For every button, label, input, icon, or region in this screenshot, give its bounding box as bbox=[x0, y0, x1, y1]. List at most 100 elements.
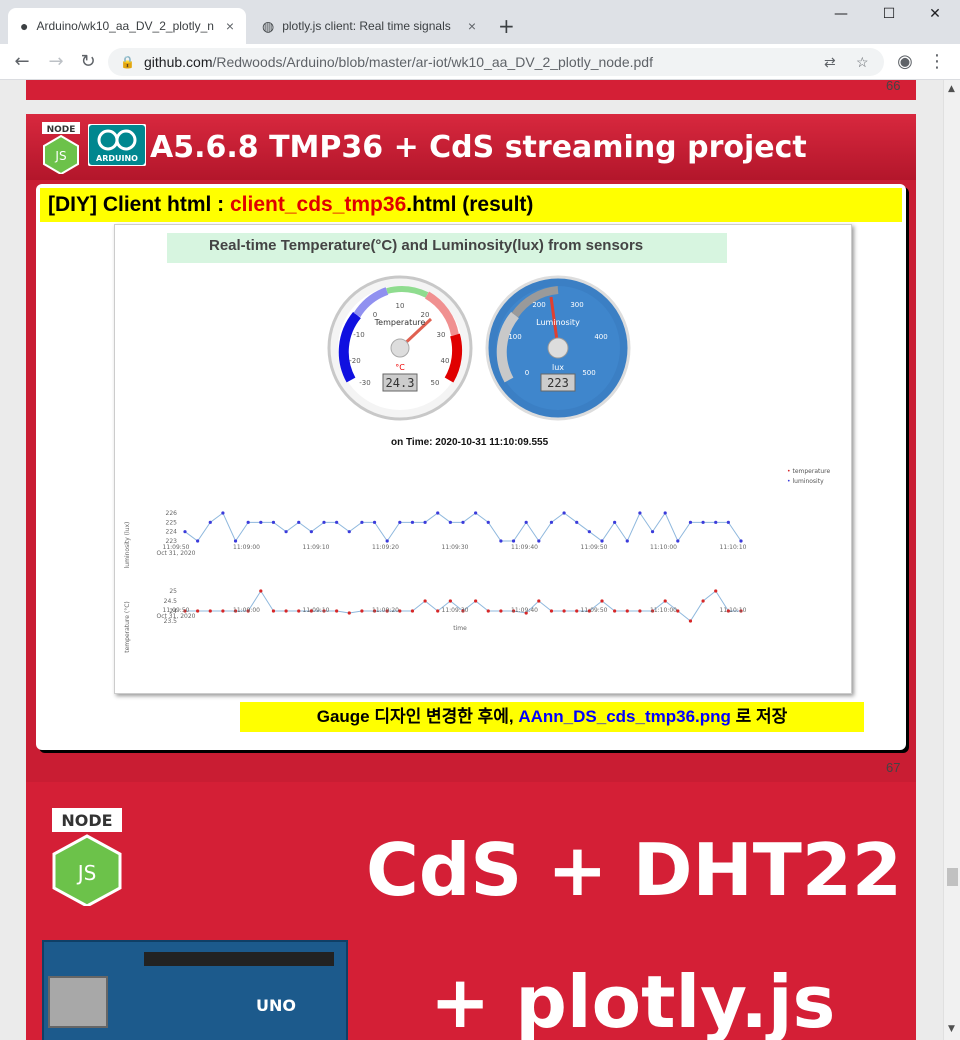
luminosity-point bbox=[676, 539, 680, 543]
temperature-point bbox=[448, 599, 452, 603]
lux-gauge-label: Luminosity bbox=[536, 318, 580, 327]
nodejs-logo: NODE JS bbox=[42, 122, 80, 174]
temp-tick: 50 bbox=[431, 379, 440, 387]
luminosity-ytick: 224 bbox=[166, 529, 178, 536]
luminosity-ytick: 225 bbox=[166, 519, 178, 526]
luminosity-point bbox=[221, 511, 225, 515]
temp-gauge-label: Temperature bbox=[374, 318, 426, 327]
back-icon[interactable]: ← bbox=[10, 50, 34, 74]
luminosity-point bbox=[575, 520, 579, 524]
tab-pdf[interactable]: ● Arduino/wk10_aa_DV_2_plotly_n × bbox=[8, 8, 246, 44]
reload-icon[interactable]: ↻ bbox=[76, 50, 100, 74]
temperature-point bbox=[474, 599, 478, 603]
luminosity-point bbox=[284, 530, 288, 534]
svg-text:JS: JS bbox=[54, 149, 66, 163]
luminosity-point bbox=[183, 530, 187, 534]
profile-icon[interactable]: ◉ bbox=[893, 50, 917, 74]
svg-text:JS: JS bbox=[76, 861, 97, 885]
legend-temperature: temperature bbox=[792, 468, 831, 475]
luminosity-point bbox=[309, 530, 313, 534]
x-tick: 11:09:50 bbox=[581, 544, 608, 551]
luminosity-point bbox=[486, 520, 490, 524]
luminosity-ytick: 226 bbox=[166, 510, 178, 517]
node-logo-text: NODE bbox=[47, 125, 76, 135]
temp-tick: 20 bbox=[421, 311, 430, 319]
luminosity-point bbox=[259, 520, 263, 524]
close-window-icon[interactable]: ✕ bbox=[920, 6, 950, 26]
new-tab-icon[interactable]: + bbox=[498, 14, 515, 38]
lock-icon: 🔒 bbox=[120, 55, 135, 69]
luminosity-point bbox=[297, 520, 301, 524]
page-number-current: 67 bbox=[886, 760, 901, 775]
header-pins bbox=[144, 952, 334, 966]
luminosity-point bbox=[461, 520, 465, 524]
x-tick: 11:10:10 bbox=[720, 607, 747, 614]
menu-kebab-icon[interactable]: ⋮ bbox=[925, 50, 949, 74]
luminosity-point bbox=[587, 530, 591, 534]
save-note: Gauge 디자인 변경한 후에, AAnn_DS_cds_tmp36.png … bbox=[240, 702, 864, 732]
diy-suffix: .html (result) bbox=[406, 193, 534, 216]
temperature-point bbox=[347, 611, 351, 615]
temperature-point bbox=[284, 609, 288, 613]
scrollbar-thumb[interactable] bbox=[947, 868, 958, 886]
luminosity-point bbox=[474, 511, 478, 515]
x-date: Oct 31, 2020 bbox=[157, 613, 196, 620]
luminosity-point bbox=[271, 520, 276, 524]
vertical-scrollbar[interactable]: ▲ ▼ bbox=[943, 80, 960, 1040]
luminosity-point bbox=[688, 520, 693, 524]
temp-gauge-value: 24.3 bbox=[386, 376, 415, 390]
url-host: github.com bbox=[144, 54, 213, 70]
lux-gauge-unit: lux bbox=[552, 363, 564, 372]
tab-plotly[interactable]: ◍ plotly.js client: Real time signals × bbox=[250, 8, 488, 44]
luminosity-point bbox=[335, 520, 339, 524]
temperature-point bbox=[259, 589, 263, 593]
close-tab-icon[interactable]: × bbox=[464, 18, 480, 34]
lux-tick: 400 bbox=[594, 333, 607, 341]
minimize-icon[interactable]: — bbox=[826, 6, 856, 26]
luminosity-point bbox=[398, 520, 402, 524]
screenshot-image: Real-time Temperature(°C) and Luminosity… bbox=[114, 224, 852, 694]
arduino-logo: ARDUINO bbox=[88, 124, 146, 166]
globe-icon: ◍ bbox=[262, 17, 275, 34]
temperature-point bbox=[549, 609, 554, 613]
url-path: /Redwoods/Arduino/blob/master/ar-iot/wk1… bbox=[212, 54, 653, 70]
luminosity-point bbox=[347, 530, 351, 534]
note-file: AAnn_DS_cds_tmp36.png bbox=[518, 707, 731, 726]
luminosity-point bbox=[739, 539, 743, 543]
close-tab-icon[interactable]: × bbox=[222, 18, 238, 34]
bookmark-star-icon[interactable]: ☆ bbox=[856, 48, 869, 76]
luminosity-point bbox=[549, 520, 554, 524]
x-tick: 11:10:00 bbox=[650, 607, 677, 614]
prev-slide-bottom bbox=[26, 80, 916, 100]
luminosity-point bbox=[701, 520, 705, 524]
address-bar[interactable]: 🔒 github.com/Redwoods/Arduino/blob/maste… bbox=[108, 48, 884, 76]
translate-icon[interactable]: ⇄ bbox=[824, 48, 836, 76]
lux-tick: 100 bbox=[508, 333, 521, 341]
pdf-viewer[interactable]: 66 NODE JS ARDUINO A5.6.8 TMP36 + CdS st… bbox=[0, 80, 943, 1040]
temperature-point bbox=[600, 599, 604, 603]
x-tick: 11:09:30 bbox=[442, 607, 469, 614]
temperature-point bbox=[499, 609, 503, 613]
nodejs-logo-large: NODE JS bbox=[52, 808, 122, 906]
temperature-ytick: 24.5 bbox=[164, 598, 178, 605]
lux-plot: luminosity (lux) 226225224223 bbox=[124, 510, 743, 568]
scroll-down-icon[interactable]: ▼ bbox=[948, 1024, 955, 1034]
temperature-point bbox=[537, 599, 541, 603]
slide-title: A5.6.8 TMP36 + CdS streaming project bbox=[150, 130, 807, 165]
temperature-gauge: Temperature °C 24.3 -30 -20 -10 0 10 20 … bbox=[327, 275, 473, 421]
maximize-icon[interactable]: ☐ bbox=[874, 6, 904, 26]
next-slide-title-2: + plotly.js bbox=[430, 960, 836, 1040]
timestamp: on Time: 2020-10-31 11:10:09.555 bbox=[391, 437, 549, 448]
x-tick: 11:09:40 bbox=[511, 544, 538, 551]
temperature-point bbox=[638, 609, 642, 613]
next-slide-title-1: CdS + DHT22 bbox=[366, 828, 903, 912]
next-slide: NODE JS CdS + DHT22 + plotly.js UNO bbox=[26, 782, 916, 1040]
temp-ylabel: temperature (°C) bbox=[124, 601, 131, 653]
forward-icon[interactable]: → bbox=[44, 50, 68, 74]
note-prefix: Gauge 디자인 변경한 후에, bbox=[316, 707, 519, 726]
temperature-point bbox=[335, 609, 339, 613]
diy-file: client_cds_tmp36 bbox=[230, 193, 407, 216]
scroll-up-icon[interactable]: ▲ bbox=[948, 84, 955, 94]
note-suffix: 로 저장 bbox=[730, 707, 788, 726]
luminosity-point bbox=[385, 539, 389, 543]
